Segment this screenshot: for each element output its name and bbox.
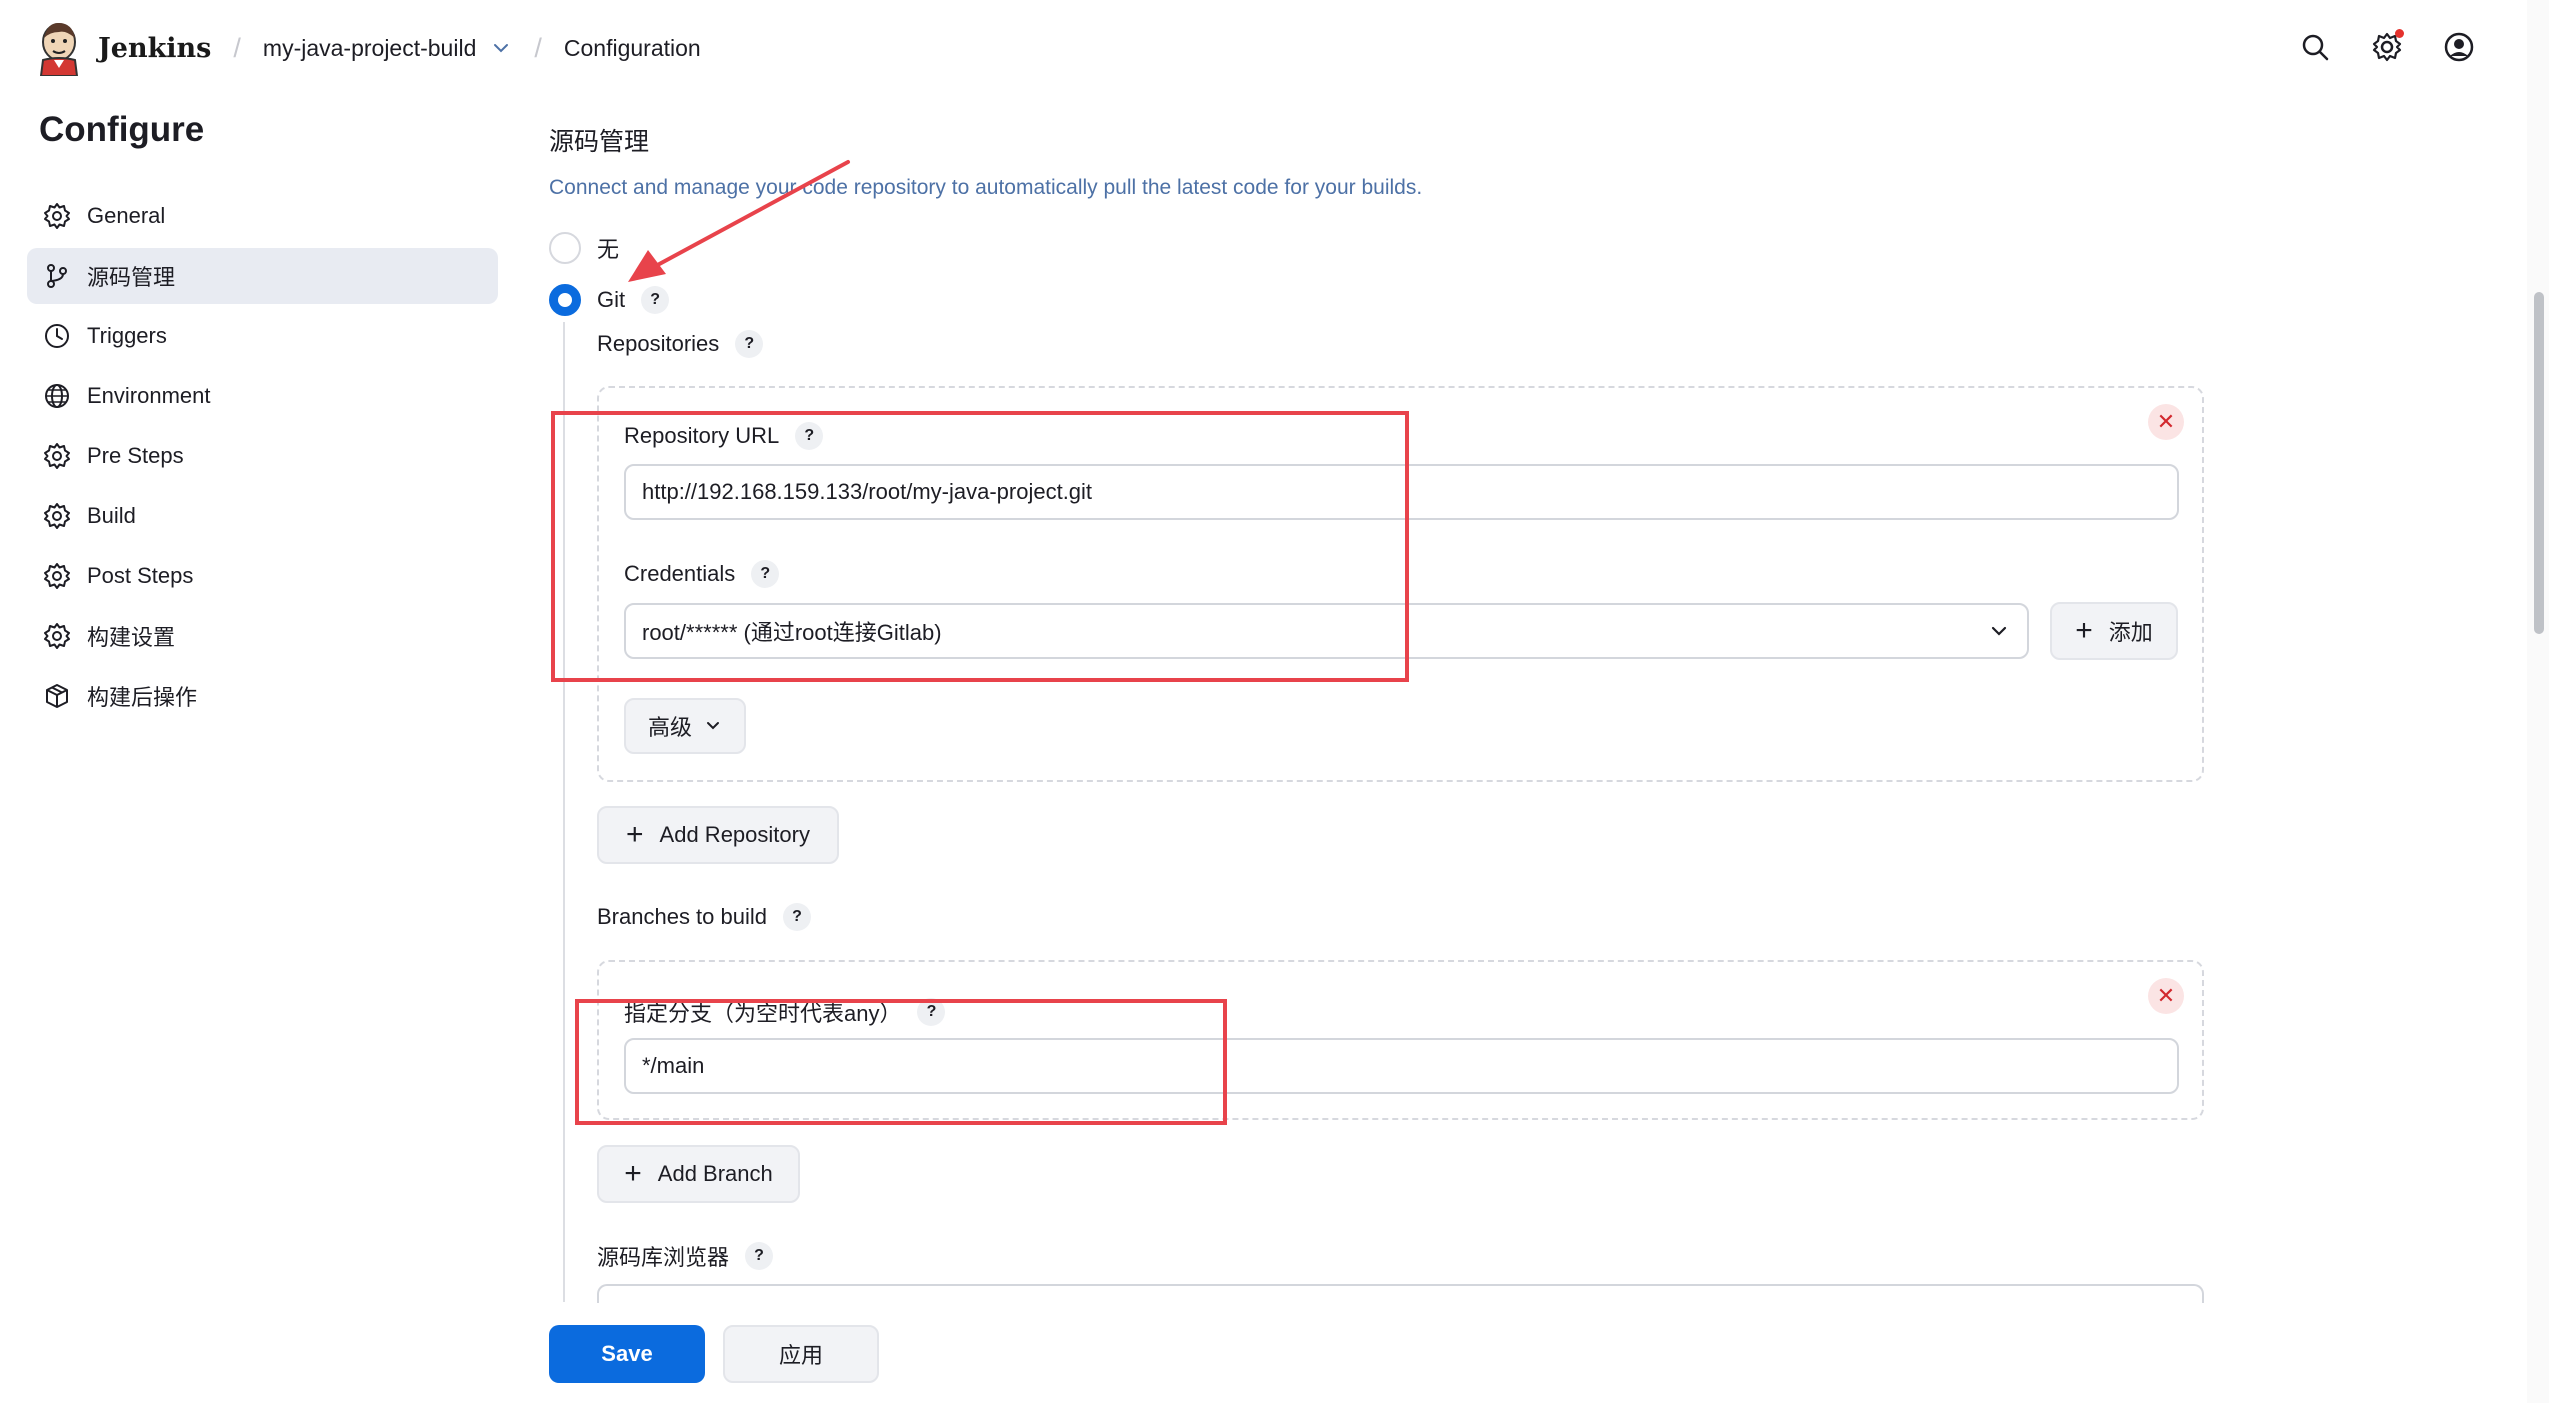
repositories-label: Repositories ? <box>597 330 764 358</box>
page-title: Configure <box>39 110 205 149</box>
breadcrumb-separator: / <box>233 32 241 63</box>
add-repository-label: Add Repository <box>659 822 810 847</box>
chevron-down-icon <box>1991 626 2007 636</box>
add-branch-label: Add Branch <box>657 1161 773 1186</box>
plus-icon: + <box>2075 614 2093 647</box>
sidebar-item-build[interactable]: Build <box>27 488 498 544</box>
search-icon[interactable] <box>2297 29 2333 65</box>
sidebar-item-label: Build <box>87 503 136 528</box>
clock-icon <box>45 324 69 348</box>
notification-dot <box>2395 29 2404 38</box>
radio-git[interactable] <box>549 284 581 316</box>
gear-icon <box>44 563 70 589</box>
sidebar-item-post-steps[interactable]: Post Steps <box>27 548 498 604</box>
user-account-icon[interactable] <box>2441 29 2477 65</box>
header-actions <box>2297 29 2477 65</box>
scrollbar-thumb[interactable] <box>2534 292 2544 634</box>
gear-icon <box>44 203 70 229</box>
annotation-box-repository <box>551 411 1409 682</box>
repo-browser-label: 源码库浏览器 ? <box>597 1240 774 1272</box>
git-branch-icon <box>47 264 67 288</box>
sidebar-item-label: 构建设置 <box>87 625 176 650</box>
radio-git-label: Git <box>597 287 626 312</box>
gear-icon <box>44 623 70 649</box>
branches-label-text: Branches to build <box>597 904 767 929</box>
globe-icon <box>45 384 69 408</box>
help-icon[interactable]: ? <box>735 330 764 358</box>
sidebar-item-post-build-actions[interactable]: 构建后操作 <box>27 668 498 724</box>
apply-button[interactable]: 应用 <box>723 1325 879 1383</box>
jenkins-logo-icon[interactable] <box>36 20 82 76</box>
sidebar-item-general[interactable]: General <box>27 188 498 244</box>
add-credentials-button[interactable]: + 添加 <box>2050 602 2178 660</box>
gear-icon <box>44 503 70 529</box>
branches-label: Branches to build ? <box>597 903 811 931</box>
advanced-label: 高级 <box>647 715 692 740</box>
plus-icon: + <box>624 1157 642 1190</box>
help-icon[interactable]: ? <box>641 286 670 314</box>
sidebar-item-label: 构建后操作 <box>87 685 198 710</box>
chevron-down-icon <box>707 722 719 730</box>
bottom-action-bar: Save 应用 <box>0 1303 2549 1403</box>
sidebar-item-label: Triggers <box>87 323 167 348</box>
sidebar-item-label: 源码管理 <box>87 265 176 290</box>
add-repository-button[interactable]: + Add Repository <box>597 806 839 864</box>
sidebar-item-label: Pre Steps <box>87 443 184 468</box>
chevron-down-icon[interactable] <box>490 37 512 59</box>
annotation-arrow-icon <box>628 160 850 282</box>
delete-branch-button[interactable]: ✕ <box>2148 978 2184 1014</box>
annotation-box-branch <box>575 999 1227 1125</box>
sidebar-item-environment[interactable]: Environment <box>27 368 498 424</box>
manage-jenkins-gear-icon[interactable] <box>2369 29 2405 65</box>
help-icon[interactable]: ? <box>783 903 811 931</box>
radio-none[interactable] <box>549 232 581 264</box>
sidebar-item-triggers[interactable]: Triggers <box>27 308 498 364</box>
add-credentials-label: 添加 <box>2108 620 2153 645</box>
sidebar-nav: General 源码管理 Triggers Environment Pre St… <box>27 188 498 728</box>
sidebar-item-build-settings[interactable]: 构建设置 <box>27 608 498 664</box>
advanced-button[interactable]: 高级 <box>624 698 746 754</box>
breadcrumb-separator: / <box>534 32 542 63</box>
sidebar-item-pre-steps[interactable]: Pre Steps <box>27 428 498 484</box>
package-icon <box>46 684 68 708</box>
sidebar-item-label: Post Steps <box>87 563 194 588</box>
save-button[interactable]: Save <box>549 1325 705 1383</box>
breadcrumb-job[interactable]: my-java-project-build <box>263 35 476 62</box>
scrollbar-track[interactable] <box>2527 0 2549 1403</box>
help-icon[interactable]: ? <box>745 1242 774 1270</box>
plus-icon: + <box>626 818 644 851</box>
gear-icon <box>44 443 70 469</box>
repo-browser-label-text: 源码库浏览器 <box>597 1245 730 1270</box>
delete-repository-button[interactable]: ✕ <box>2148 404 2184 440</box>
repositories-label-text: Repositories <box>597 331 720 356</box>
sidebar-item-label: Environment <box>87 383 211 408</box>
add-branch-button[interactable]: + Add Branch <box>597 1145 800 1203</box>
brand-name[interactable]: Jenkins <box>98 33 211 64</box>
sidebar-item-scm[interactable]: 源码管理 <box>27 248 498 304</box>
sidebar-item-label: General <box>87 203 166 228</box>
